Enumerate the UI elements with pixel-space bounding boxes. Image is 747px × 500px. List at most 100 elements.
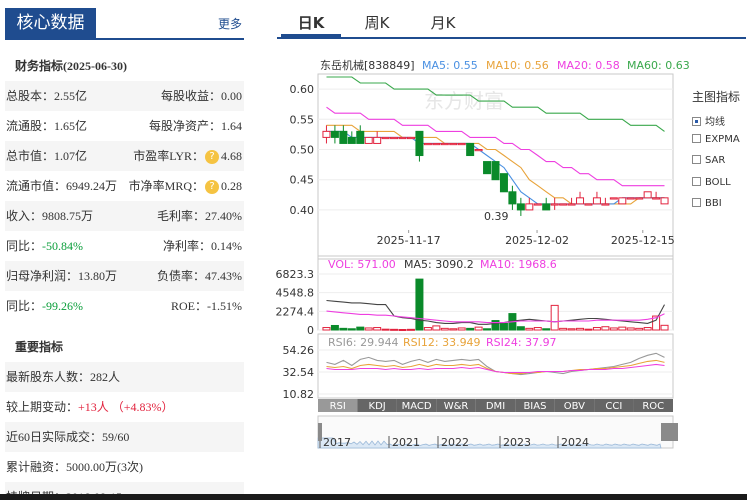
shareholders: 最新股东人数：282人 bbox=[6, 370, 121, 384]
checkbox-icon[interactable] bbox=[692, 134, 701, 143]
indicator-tab-roc[interactable]: ROC bbox=[642, 401, 664, 412]
volume-bar bbox=[322, 327, 331, 331]
candle bbox=[660, 197, 669, 205]
important-section-title: 重要指标 bbox=[15, 340, 64, 354]
indicator-tab-cci[interactable]: CCI bbox=[605, 401, 622, 412]
volume-bar bbox=[423, 327, 432, 331]
candle bbox=[567, 203, 576, 206]
debt-ratio: 负债率：47.43% bbox=[157, 269, 242, 283]
volume-bar bbox=[347, 328, 356, 331]
volume-bar bbox=[398, 329, 407, 332]
ctrl-bbi-label: BBI bbox=[705, 198, 722, 209]
finance-row: 流通市值：6949.24万 市净率MRQ：? 0.28 bbox=[5, 171, 244, 201]
volume-bar bbox=[601, 326, 610, 331]
candle bbox=[516, 203, 525, 211]
ctrl-ma[interactable]: 均线 bbox=[692, 113, 725, 128]
finance-row: 同比：-50.84% 净利率：0.14% bbox=[5, 231, 244, 261]
timeline-handle-left[interactable] bbox=[318, 423, 322, 441]
important-row: 较上期变动：+13人 （+4.83%） bbox=[5, 392, 244, 422]
volume-bar bbox=[390, 328, 399, 331]
indicator-tab-dmi[interactable]: DMI bbox=[486, 401, 505, 412]
checkbox-icon[interactable] bbox=[692, 177, 701, 186]
checkbox-icon[interactable] bbox=[692, 155, 701, 164]
important-row: 累计融资：5000.00万(3次) bbox=[5, 452, 244, 482]
yoy-value: -50.84% bbox=[42, 239, 84, 253]
tab-monthly[interactable]: 月K bbox=[413, 10, 473, 37]
help-icon[interactable]: ? bbox=[205, 150, 219, 165]
volume-y-tick: 4548.8 bbox=[276, 287, 314, 300]
indicator-tab-kdj[interactable]: KDJ bbox=[369, 401, 386, 412]
checkbox-icon[interactable] bbox=[692, 198, 701, 207]
volume-bar bbox=[567, 328, 576, 331]
kline-x-tick: 2025-12-15 bbox=[611, 234, 675, 247]
kline-chart[interactable]: 东方财富 东岳机械[838849] MA5: 0.55 MA10: 0.56 M… bbox=[276, 52, 746, 497]
volume-bar bbox=[415, 278, 424, 331]
volume-bar bbox=[339, 327, 348, 331]
tab-daily[interactable]: 日K bbox=[281, 10, 341, 37]
volume-bar bbox=[356, 326, 365, 331]
volume-series bbox=[322, 278, 669, 332]
volume-y-axis: 6823.3 4548.8 2274.4 0 bbox=[276, 268, 314, 337]
candle bbox=[626, 197, 635, 200]
volume-bar bbox=[576, 327, 585, 331]
kline-y-tick: 0.60 bbox=[290, 83, 315, 96]
candle bbox=[373, 136, 382, 144]
kline-x-axis: 2025-11-17 2025-12-02 2025-12-15 bbox=[377, 230, 675, 247]
indicator-tab-bias[interactable]: BIAS bbox=[523, 401, 546, 412]
candle bbox=[635, 197, 644, 200]
volume-bar bbox=[618, 326, 627, 331]
candle bbox=[457, 142, 466, 146]
candle bbox=[652, 197, 661, 200]
ctrl-boll[interactable]: BOLL bbox=[692, 177, 731, 188]
candle bbox=[643, 191, 652, 199]
rsi-y-tick: 54.26 bbox=[283, 344, 315, 357]
indicator-tab-rsi[interactable]: RSI bbox=[330, 401, 346, 412]
tab-weekly[interactable]: 周K bbox=[347, 10, 407, 37]
volume-bar bbox=[474, 326, 483, 331]
indicator-tab-obv[interactable]: OBV bbox=[564, 401, 585, 412]
finance-section-title: 财务指标(2025-06-30) bbox=[15, 59, 127, 73]
candle bbox=[347, 136, 356, 144]
ctrl-bbi[interactable]: BBI bbox=[692, 198, 722, 209]
indicator-tab-macd[interactable]: MACD bbox=[402, 401, 432, 412]
vol-label: VOL: 571.00 bbox=[328, 258, 396, 271]
period-tabs: 日K 周K 月K bbox=[277, 10, 746, 39]
candle bbox=[466, 142, 475, 157]
finance-rows: 总股本：2.55亿 每股收益：0.00 流通股：1.65亿 每股净资产：1.64… bbox=[5, 81, 244, 321]
ctrl-sar[interactable]: SAR bbox=[692, 155, 725, 166]
float-shares: 流通股：1.65亿 bbox=[6, 119, 88, 133]
ctrl-sar-label: SAR bbox=[705, 155, 726, 166]
finance-row: 流通股：1.65亿 每股净资产：1.64 bbox=[5, 111, 244, 141]
candle bbox=[533, 203, 542, 206]
candle bbox=[330, 130, 339, 138]
candle bbox=[364, 136, 373, 144]
ctrl-boll-label: BOLL bbox=[705, 177, 731, 188]
kline-y-tick: 0.40 bbox=[290, 204, 315, 217]
help-icon[interactable]: ? bbox=[205, 180, 219, 195]
volume-bar bbox=[491, 320, 500, 331]
timeline-handle[interactable] bbox=[661, 423, 678, 441]
more-link[interactable]: 更多 bbox=[218, 15, 242, 32]
indicator-tab-w&r[interactable]: W&R bbox=[444, 401, 469, 412]
pb-mrq: 市净率MRQ：? 0.28 bbox=[129, 171, 242, 201]
gross-margin: 毛利率：27.40% bbox=[157, 209, 242, 223]
candle bbox=[440, 142, 449, 146]
volume-y-tick: 6823.3 bbox=[276, 268, 314, 281]
candle bbox=[525, 203, 534, 211]
volume-bar bbox=[330, 324, 339, 331]
candle bbox=[618, 197, 627, 205]
rsi-y-tick: 10.82 bbox=[283, 388, 315, 401]
important-rows: 最新股东人数：282人 较上期变动：+13人 （+4.83%） 近60日实际成交… bbox=[5, 362, 244, 500]
checkbox-icon[interactable] bbox=[692, 117, 701, 126]
ctrl-expma[interactable]: EXPMA bbox=[692, 134, 740, 145]
rsi24-label: RSI24: 37.97 bbox=[486, 336, 557, 349]
candle bbox=[432, 142, 441, 146]
kline-legend: 东岳机械[838849] MA5: 0.55 MA10: 0.56 MA20: … bbox=[320, 58, 690, 72]
candle bbox=[508, 191, 517, 205]
pb-mrq-value: 0.28 bbox=[221, 179, 242, 193]
candle bbox=[322, 130, 331, 138]
revenue: 收入：9808.75万 bbox=[6, 209, 94, 223]
pb-mrq-label: 市净率MRQ： bbox=[128, 179, 204, 193]
candle bbox=[449, 142, 458, 146]
volume-bar bbox=[635, 327, 644, 331]
